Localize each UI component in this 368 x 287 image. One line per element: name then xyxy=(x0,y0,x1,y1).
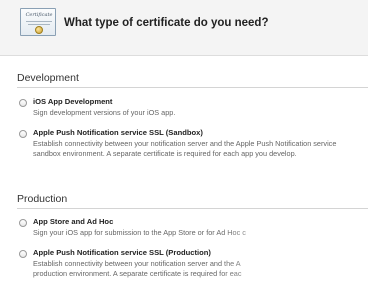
radio-button[interactable] xyxy=(19,130,27,138)
page: Certificate What type of certificate do … xyxy=(0,0,368,287)
option-label: App Store and Ad Hoc xyxy=(33,217,114,226)
page-title: What type of certificate do you need? xyxy=(64,17,269,29)
option-description-line: Establish connectivity between your noti… xyxy=(33,139,337,148)
option-description: Sign development versions of your iOS ap… xyxy=(33,108,368,118)
option-description-line: sandbox environment. A separate certific… xyxy=(33,149,297,158)
certificate-seal-icon xyxy=(35,26,43,34)
radio-button[interactable] xyxy=(19,99,27,107)
radio-button[interactable] xyxy=(19,250,27,258)
option-description: Establish connectivity between your noti… xyxy=(33,139,368,159)
edge-fade-overlay xyxy=(218,225,368,287)
certificate-icon: Certificate xyxy=(20,8,56,36)
option-label: iOS App Development xyxy=(33,97,113,106)
section-heading-production: Production xyxy=(17,193,68,205)
header-bar: Certificate What type of certificate do … xyxy=(0,0,368,56)
section-heading-development: Development xyxy=(17,72,79,84)
option-ios-app-development[interactable]: iOS App Development Sign development ver… xyxy=(17,97,368,123)
option-description-line: Sign development versions of your iOS ap… xyxy=(33,108,176,117)
radio-button[interactable] xyxy=(19,219,27,227)
certificate-icon-line xyxy=(26,21,52,22)
option-label: Apple Push Notification service SSL (Pro… xyxy=(33,248,211,257)
certificate-icon-text: Certificate xyxy=(25,12,53,18)
option-label: Apple Push Notification service SSL (San… xyxy=(33,128,203,137)
section-divider xyxy=(17,87,368,88)
option-apns-sandbox[interactable]: Apple Push Notification service SSL (San… xyxy=(17,128,368,164)
certificate-icon-line xyxy=(28,24,50,25)
section-divider xyxy=(17,208,368,209)
